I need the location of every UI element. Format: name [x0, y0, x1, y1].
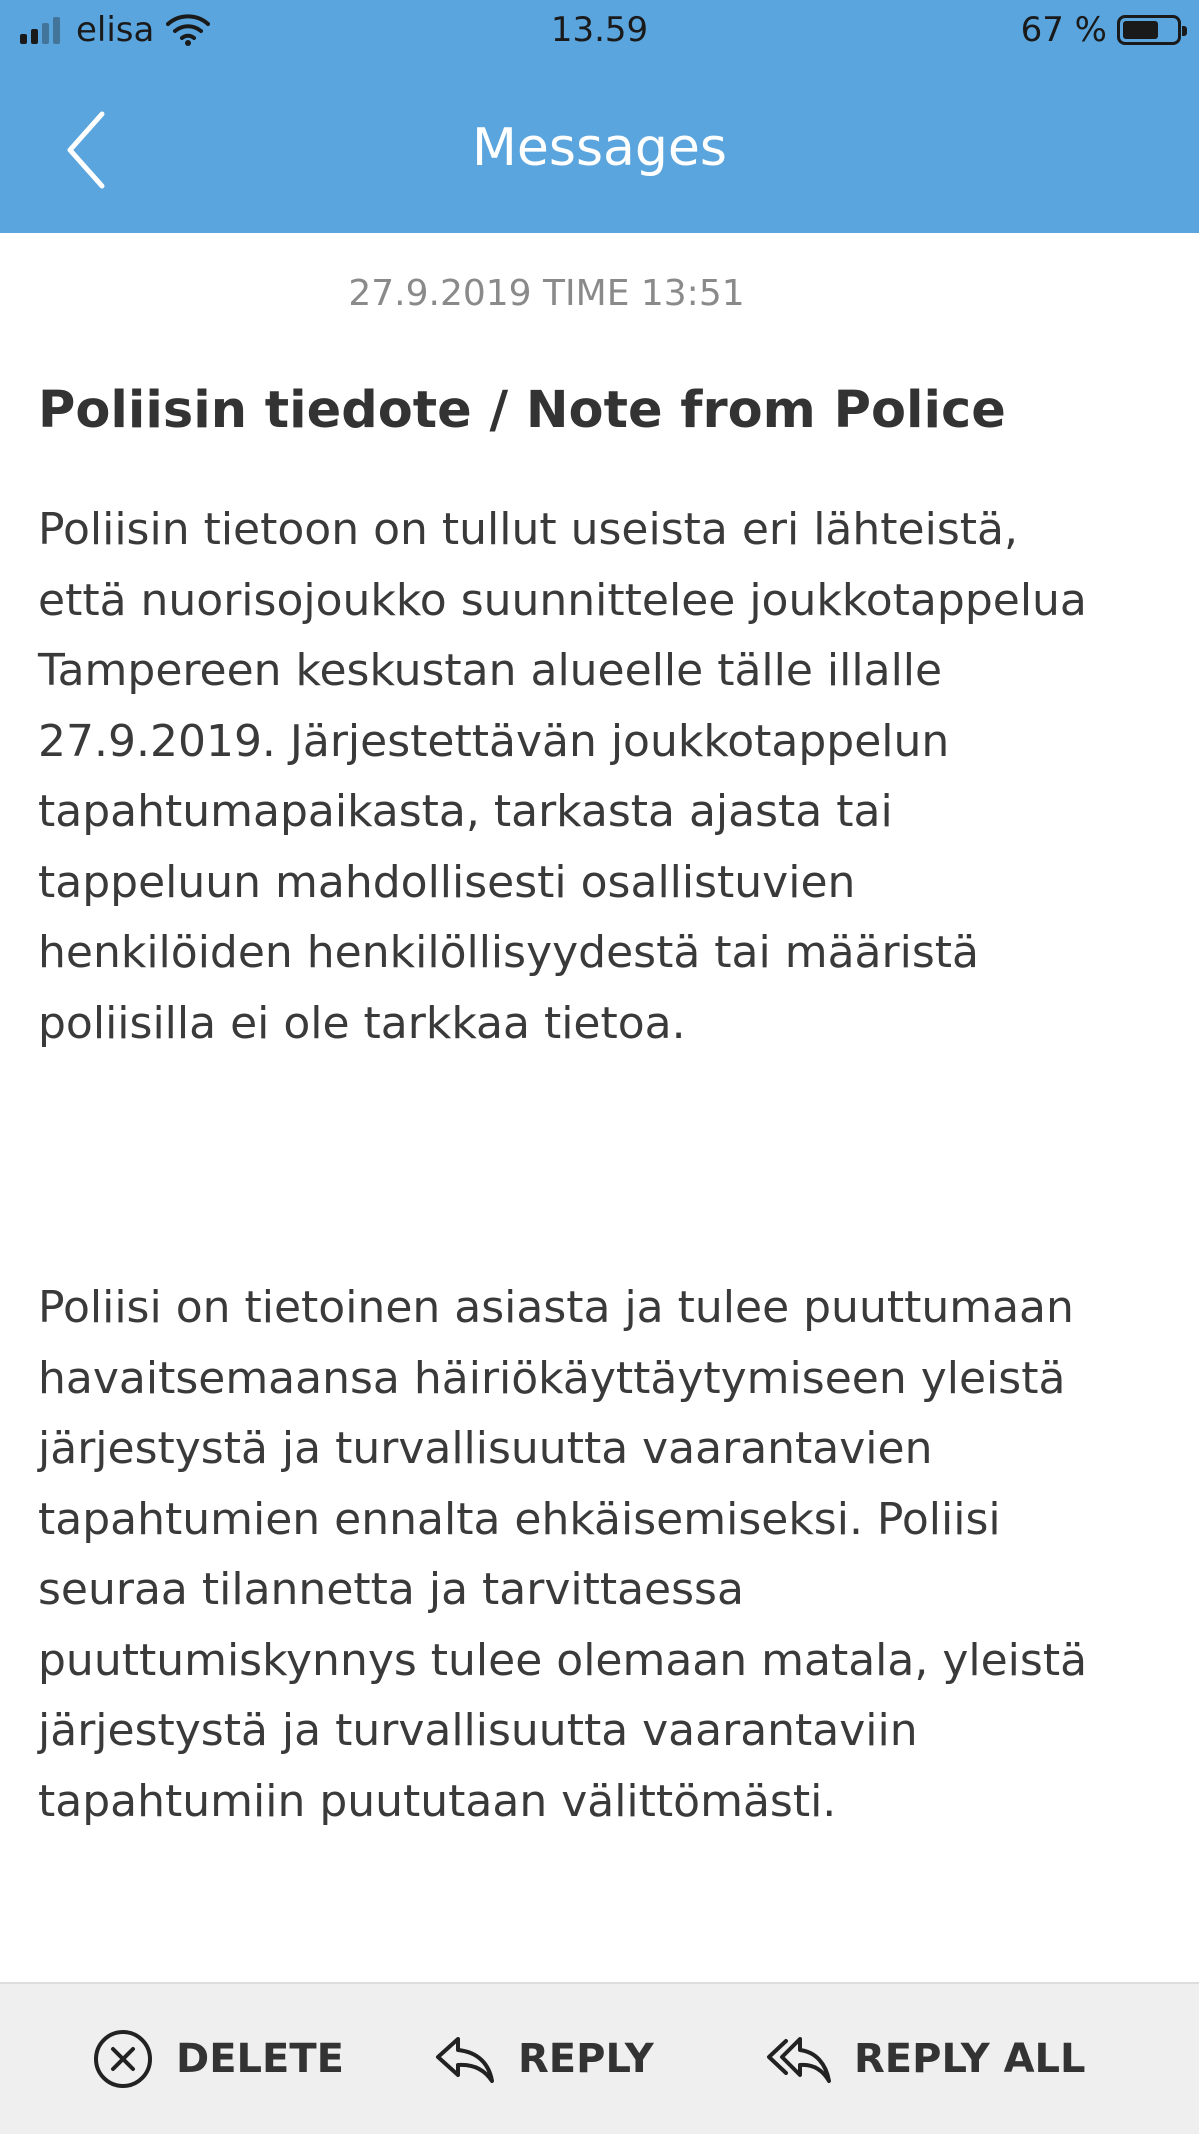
- reply-all-label: REPLY ALL: [854, 2036, 1086, 2082]
- reply-icon: [432, 2033, 496, 2085]
- reply-button[interactable]: REPLY: [432, 1984, 654, 2134]
- paragraph-line: Poliisin tietoon on tullut useista eri l…: [38, 504, 1018, 555]
- page-title: Messages: [472, 118, 727, 178]
- paragraph-line: seuraa tilannetta ja tarvittaessa: [38, 1564, 744, 1615]
- paragraph-line: järjestystä ja turvallisuutta vaarantavi…: [38, 1705, 918, 1756]
- status-right: 67 %: [1020, 8, 1187, 52]
- reply-all-icon: [766, 2033, 832, 2085]
- paragraph-line: henkilöiden henkilöllisyydestä tai määri…: [38, 927, 979, 978]
- paragraph-line: tapahtumiin puututaan välittömästi.: [38, 1775, 837, 1827]
- delete-label: DELETE: [176, 2036, 344, 2082]
- paragraph-line: puuttumiskynnys tulee olemaan matala, yl…: [38, 1634, 1088, 1686]
- message-title: Poliisin tiedote / Note from Police: [38, 381, 1006, 440]
- paragraph-line: tapahtumien ennalta ehkäisemiseksi. Poli…: [38, 1493, 1001, 1545]
- delete-button[interactable]: DELETE: [92, 1984, 344, 2134]
- message-paragraph-1: Poliisin tietoon on tullut useista eri l…: [38, 495, 1178, 1059]
- paragraph-line: poliisilla ei ole tarkkaa tietoa.: [38, 997, 686, 1049]
- battery-percent: 67 %: [1020, 10, 1107, 50]
- paragraph-line: että nuorisojoukko suunnittelee joukkota…: [38, 574, 1087, 626]
- paragraph-line: järjestystä ja turvallisuutta vaarantavi…: [38, 1423, 933, 1474]
- paragraph-line: Poliisi on tietoinen asiasta ja tulee pu…: [38, 1282, 1074, 1333]
- reply-label: REPLY: [518, 2036, 654, 2082]
- status-time: 13.59: [550, 10, 649, 50]
- message-paragraph-2: Poliisi on tietoinen asiasta ja tulee pu…: [38, 1273, 1178, 1837]
- action-bar: DELETE REPLY REPLY ALL: [0, 1982, 1199, 2134]
- delete-icon: [92, 2028, 154, 2090]
- paragraph-line: tapahtumapaikasta, tarkasta ajasta tai: [38, 786, 893, 837]
- status-bar: elisa 13.59 67 %: [0, 0, 1199, 60]
- paragraph-line: tappeluun mahdollisesti osallistuvien: [38, 856, 856, 908]
- paragraph-line: havaitsemaansa häiriökäyttäytymiseen yle…: [38, 1352, 1066, 1404]
- battery-icon: [1117, 15, 1187, 45]
- paragraph-line: 27.9.2019. Järjestettävän joukkotappelun: [38, 715, 950, 767]
- nav-bar: Messages: [0, 60, 1199, 233]
- battery-fill: [1123, 21, 1158, 39]
- message-timestamp: 27.9.2019 TIME 13:51: [348, 273, 745, 314]
- reply-all-button[interactable]: REPLY ALL: [766, 1984, 1086, 2134]
- paragraph-line: Tampereen keskustan alueelle tälle illal…: [38, 645, 943, 696]
